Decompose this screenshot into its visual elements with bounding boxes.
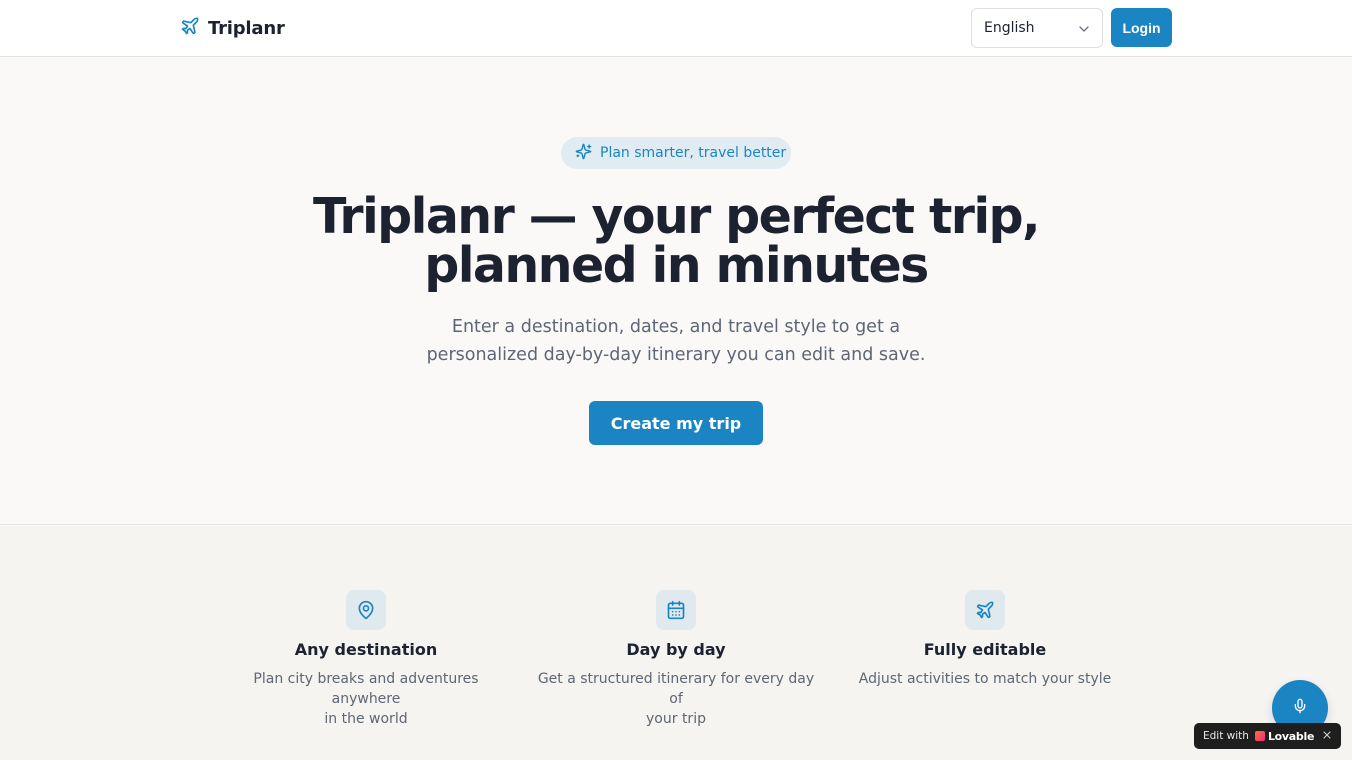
feature-fully-editable: Fully editable Adjust activities to matc… (840, 590, 1130, 689)
feature-title: Day by day (626, 640, 726, 659)
feature-title: Any destination (294, 640, 438, 659)
chevron-down-icon (1076, 21, 1092, 37)
brand-logo[interactable]: Triplanr (180, 17, 285, 39)
feature-description-line-1: Get a structured itinerary for every day… (537, 671, 815, 707)
feature-description: Adjust activities to match your style (840, 669, 1130, 689)
language-selected: English (984, 20, 1035, 36)
sparkles-icon (575, 143, 592, 164)
login-button[interactable]: Login (1111, 8, 1172, 47)
feature-description-line-1: Adjust activities to match your style (858, 671, 1112, 687)
map-pin-icon (346, 590, 386, 630)
hero-title: Triplanr — your perfect trip, planned in… (276, 192, 1076, 290)
plane-icon (965, 590, 1005, 630)
feature-description: Get a structured itinerary for every day… (531, 669, 821, 729)
tagline-badge: Plan smarter, travel better (561, 137, 791, 169)
hero-subtitle-line-1: Enter a destination, dates, and travel s… (451, 317, 901, 337)
top-nav: Triplanr English Login (0, 0, 1352, 57)
feature-description-line-2: your trip (646, 711, 706, 727)
microphone-icon (1292, 698, 1308, 718)
hero-title-line-2: planned in minutes (424, 237, 929, 294)
hero-section: Plan smarter, travel better Triplanr — y… (0, 57, 1352, 525)
create-trip-button[interactable]: Create my trip (589, 401, 763, 445)
plane-icon (180, 16, 200, 40)
tagline-text: Plan smarter, travel better (600, 145, 787, 161)
feature-description: Plan city breaks and adventures anywhere… (221, 669, 511, 729)
lovable-logo-icon (1254, 731, 1265, 741)
lovable-brand: Lovable (1267, 729, 1315, 743)
feature-description-line-1: Plan city breaks and adventures anywhere (253, 671, 479, 707)
feature-title: Fully editable (923, 640, 1047, 659)
feature-description-line-2: in the world (324, 711, 408, 727)
hero-subtitle: Enter a destination, dates, and travel s… (376, 313, 976, 369)
feature-any-destination: Any destination Plan city breaks and adv… (221, 590, 511, 729)
language-select[interactable]: English (971, 8, 1103, 48)
feature-day-by-day: Day by day Get a structured itinerary fo… (531, 590, 821, 729)
hero-subtitle-line-2: personalized day-by-day itinerary you ca… (426, 345, 926, 365)
features-section: Any destination Plan city breaks and adv… (0, 526, 1352, 760)
edit-with-lovable-badge[interactable]: Edit with Lovable (1194, 723, 1341, 749)
lovable-prefix: Edit with (1203, 730, 1249, 742)
calendar-icon (656, 590, 696, 630)
brand-name: Triplanr (208, 17, 285, 39)
close-icon[interactable] (1321, 729, 1333, 741)
